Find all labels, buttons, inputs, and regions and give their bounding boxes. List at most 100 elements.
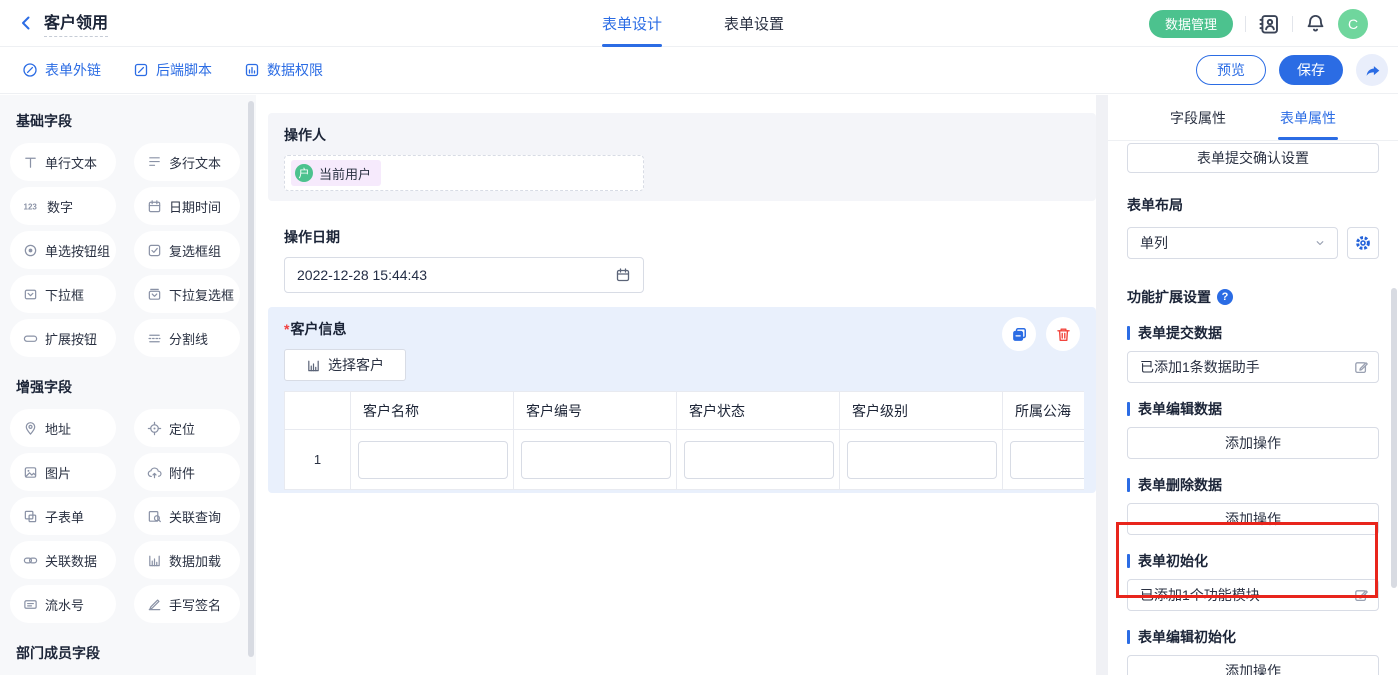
layout-select[interactable]: 单列: [1127, 227, 1338, 259]
divider-icon: [147, 331, 162, 346]
back-icon[interactable]: [18, 15, 34, 31]
sidebar-item-single-line-text[interactable]: 单行文本: [10, 143, 116, 181]
delete-data-add-action-button[interactable]: 添加操作: [1127, 503, 1379, 535]
section-bar: [1127, 402, 1130, 416]
date-input[interactable]: 2022-12-28 15:44:43: [284, 257, 644, 293]
form-canvas: 操作人 户 当前用户 操作日期 2022-12-28 15:44:43: [256, 95, 1096, 675]
form-external-link[interactable]: 表单外链: [22, 60, 101, 80]
header-tabs: 表单设计 表单设置: [602, 0, 784, 47]
divider: [1245, 16, 1246, 32]
section-title-enhanced-fields: 增强字段: [16, 377, 244, 397]
cell-input[interactable]: [1010, 441, 1084, 479]
edit-data-add-action-button[interactable]: 添加操作: [1127, 427, 1379, 459]
sidebar-item-data-load[interactable]: 数据加载: [134, 541, 240, 579]
data-permission-link[interactable]: 数据权限: [244, 60, 323, 80]
field-label: *客户信息: [284, 319, 346, 339]
toolbar-links: 表单外链 后端脚本 数据权限: [22, 60, 323, 80]
top-header: 客户领用 表单设计 表单设置 数据管理: [0, 0, 1398, 47]
sidebar-item-datetime[interactable]: 日期时间: [134, 187, 240, 225]
layout-settings-button[interactable]: [1347, 227, 1379, 259]
section-label-form-init: 表单初始化: [1127, 551, 1379, 571]
tab-form-design[interactable]: 表单设计: [602, 0, 662, 47]
copy-icon[interactable]: [1002, 317, 1036, 351]
sidebar-item-multi-line-text[interactable]: 多行文本: [134, 143, 240, 181]
edit-icon[interactable]: [1353, 359, 1369, 375]
sidebar-item-address[interactable]: 地址: [10, 409, 116, 447]
divider: [1292, 16, 1293, 32]
cell-input[interactable]: [521, 441, 671, 479]
sidebar-item-divider-line[interactable]: 分割线: [134, 319, 240, 357]
locate-icon: [147, 421, 162, 436]
cell-input[interactable]: [847, 441, 997, 479]
subtable-wrap: 客户名称 客户编号 客户状态 客户级别 所属公海 1: [284, 391, 1084, 490]
subform-icon: [23, 509, 38, 524]
tab-form-settings[interactable]: 表单设置: [724, 0, 784, 47]
edit-icon[interactable]: [1353, 587, 1369, 603]
sidebar-item-locate[interactable]: 定位: [134, 409, 240, 447]
section-bar: [1127, 554, 1130, 568]
preview-button[interactable]: 预览: [1196, 55, 1266, 85]
edit-init-add-action-button[interactable]: 添加操作: [1127, 655, 1379, 675]
sidebar-item-dropdown-multi[interactable]: 下拉复选框: [134, 275, 240, 313]
column-header: 客户状态: [677, 392, 840, 430]
page-title[interactable]: 客户领用: [44, 9, 108, 37]
tab-field-properties[interactable]: 字段属性: [1170, 95, 1226, 140]
sidebar-item-expand-button[interactable]: 扩展按钮: [10, 319, 116, 357]
panel-tabs: 字段属性 表单属性: [1108, 95, 1398, 141]
svg-text:123: 123: [24, 202, 38, 211]
cell-input[interactable]: [684, 441, 834, 479]
sidebar-item-subform[interactable]: 子表单: [10, 497, 116, 535]
panel-scrollbar[interactable]: [1391, 288, 1397, 588]
sidebar-scrollbar[interactable]: [248, 101, 254, 657]
tab-form-properties[interactable]: 表单属性: [1280, 95, 1336, 140]
field-operate-date[interactable]: 操作日期 2022-12-28 15:44:43: [268, 215, 1096, 293]
field-operator[interactable]: 操作人 户 当前用户: [268, 113, 1096, 201]
sidebar-item-serial-number[interactable]: 流水号: [10, 585, 116, 623]
submit-confirm-settings-button[interactable]: 表单提交确认设置: [1127, 143, 1379, 173]
form-init-value-box[interactable]: 已添加1个功能模块: [1127, 579, 1379, 611]
save-button[interactable]: 保存: [1279, 55, 1343, 85]
submit-data-value-box[interactable]: 已添加1条数据助手: [1127, 351, 1379, 383]
sidebar-item-attachment[interactable]: 附件: [134, 453, 240, 491]
bell-icon[interactable]: [1305, 13, 1326, 34]
customer-info-actions: [1002, 317, 1080, 351]
select-customer-button[interactable]: 选择客户: [284, 349, 406, 381]
extension-settings-title: 功能扩展设置 ?: [1127, 287, 1379, 307]
sidebar-item-radio-group[interactable]: 单选按钮组: [10, 231, 116, 269]
calendar-icon: [615, 267, 631, 283]
user-avatar[interactable]: C: [1338, 9, 1368, 39]
related-query-icon: [147, 509, 162, 524]
section-label-edit-data: 表单编辑数据: [1127, 399, 1379, 419]
enhanced-fields-grid: 地址 定位 图片 附件 子表单: [10, 409, 244, 623]
current-user-tag[interactable]: 户 当前用户: [291, 160, 381, 186]
data-load-icon: [147, 553, 162, 568]
script-icon: [133, 62, 149, 78]
sidebar-item-image[interactable]: 图片: [10, 453, 116, 491]
multi-line-text-icon: [147, 155, 162, 170]
field-customer-info[interactable]: *客户信息 选择客户: [268, 307, 1096, 493]
section-bar: [1127, 326, 1130, 340]
sidebar-item-signature[interactable]: 手写签名: [134, 585, 240, 623]
layout-select-value: 单列: [1140, 233, 1168, 253]
sidebar-item-related-query[interactable]: 关联查询: [134, 497, 240, 535]
backend-script-link[interactable]: 后端脚本: [133, 60, 212, 80]
share-button[interactable]: [1356, 54, 1388, 86]
trash-icon[interactable]: [1046, 317, 1080, 351]
operator-value-box[interactable]: 户 当前用户: [284, 155, 644, 191]
help-question-icon[interactable]: ?: [1217, 289, 1233, 305]
sidebar-item-dropdown[interactable]: 下拉框: [10, 275, 116, 313]
subtable-header-row: 客户名称 客户编号 客户状态 客户级别 所属公海: [285, 392, 1085, 430]
sidebar-item-number[interactable]: 123 数字: [10, 187, 116, 225]
contacts-icon[interactable]: [1258, 13, 1280, 35]
section-title-basic-fields: 基础字段: [16, 111, 244, 131]
customer-info-header: *客户信息: [284, 319, 1080, 339]
address-pin-icon: [23, 421, 38, 436]
subtable-row: 1: [285, 430, 1085, 490]
cell: [514, 430, 677, 490]
sidebar-item-related-data[interactable]: 关联数据: [10, 541, 116, 579]
data-manage-button[interactable]: 数据管理: [1149, 10, 1233, 38]
cell-input[interactable]: [358, 441, 508, 479]
datetime-icon: [147, 199, 162, 214]
sidebar-item-checkbox-group[interactable]: 复选框组: [134, 231, 240, 269]
customer-subtable: 客户名称 客户编号 客户状态 客户级别 所属公海 1: [284, 391, 1084, 490]
